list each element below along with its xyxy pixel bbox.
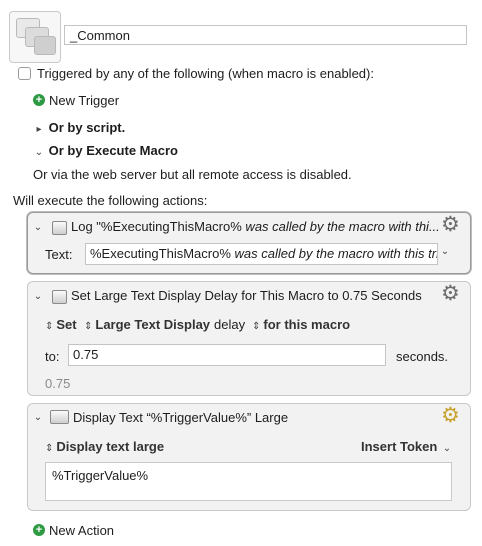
log-text-field[interactable]: %ExecutingThisMacro% was called by the m… [85, 243, 438, 265]
set-popup-label: Set [56, 317, 77, 332]
scope-popup[interactable]: ⇕ for this macro [252, 317, 350, 332]
action-display-text-panel[interactable]: ⌄ Display Text “%TriggerValue%” Large ⚙ … [27, 403, 471, 511]
to-value-field[interactable]: 0.75 [68, 344, 386, 366]
delay-label: delay [214, 317, 246, 332]
result-value: 0.75 [45, 376, 71, 391]
up-down-arrows-icon: ⇕ [45, 443, 54, 454]
new-trigger-link[interactable]: New Trigger [49, 93, 119, 108]
chevron-down-icon[interactable]: ⌄ [32, 222, 44, 233]
gear-icon[interactable]: ⚙ [441, 283, 460, 304]
display-text-popup[interactable]: ⇕ Display text large [45, 439, 164, 454]
actions-heading: Will execute the following actions: [13, 193, 208, 208]
insert-token-label: Insert Token [361, 439, 438, 454]
new-action-link[interactable]: New Action [49, 523, 114, 538]
action-window-icon [52, 221, 67, 235]
display-text-area[interactable]: %TriggerValue% [45, 462, 452, 501]
or-by-execute-macro-label: Or by Execute Macro [48, 143, 178, 158]
plus-icon[interactable]: + [33, 94, 45, 106]
action-set-delay-panel[interactable]: ⌄ Set Large Text Display Delay for This … [27, 281, 471, 396]
chevron-down-icon[interactable]: ⌄ [32, 291, 44, 302]
set-popup[interactable]: ⇕ Set [45, 317, 77, 332]
macro-icon[interactable] [9, 11, 61, 63]
chevron-down-icon[interactable]: ⌄ [439, 246, 451, 257]
to-label: to: [45, 349, 60, 364]
display-popup[interactable]: ⇕ Large Text Display [84, 317, 210, 332]
display-text-popup-label: Display text large [56, 439, 165, 454]
action-set-delay-title: Set Large Text Display Delay for This Ma… [71, 288, 422, 303]
plus-icon[interactable]: + [33, 524, 45, 536]
window-layer-icon [34, 36, 56, 55]
scope-popup-label: for this macro [263, 317, 351, 332]
action-log-panel[interactable]: ⌄ Log "%ExecutingThisMacro% was called b… [27, 212, 471, 274]
up-down-arrows-icon: ⇕ [84, 321, 93, 332]
or-by-script-label: Or by script. [48, 120, 126, 135]
gear-icon[interactable]: ⚙ [441, 214, 460, 235]
or-by-script-row[interactable]: ▸ Or by script. [33, 120, 125, 135]
web-server-text: Or via the web server but all remote acc… [33, 167, 352, 182]
action-window-icon [52, 290, 67, 304]
action-log-title-text: Log "%ExecutingThisMacro% [71, 219, 242, 234]
action-display-text-title: Display Text “%TriggerValue%” Large [73, 410, 289, 425]
action-log-title-italic: was called by the macro with thi... [241, 219, 439, 234]
triggered-label: Triggered by any of the following (when … [37, 66, 374, 81]
chevron-right-icon: ▸ [36, 124, 42, 135]
log-text-plain: %ExecutingThisMacro% [90, 246, 231, 261]
action-log-title: Log "%ExecutingThisMacro% was called by … [71, 219, 439, 234]
or-by-execute-macro-row[interactable]: ⌄ Or by Execute Macro [33, 143, 178, 158]
macro-name-field[interactable]: _Common [64, 25, 467, 45]
display-popup-label: Large Text Display [95, 317, 211, 332]
chevron-down-icon[interactable]: ⌄ [32, 412, 44, 423]
log-text-italic: was called by the macro with this trig [230, 246, 438, 261]
gear-icon[interactable]: ⚙ [441, 405, 460, 426]
up-down-arrows-icon: ⇕ [252, 321, 261, 332]
text-label: Text: [45, 247, 73, 262]
triggered-checkbox[interactable] [18, 67, 31, 80]
insert-token-button[interactable]: Insert Token ⌄ [361, 439, 453, 454]
action-window-icon [50, 410, 69, 424]
chevron-down-icon: ⌄ [442, 443, 452, 454]
seconds-label: seconds. [396, 349, 449, 364]
chevron-down-icon: ⌄ [34, 147, 44, 158]
up-down-arrows-icon: ⇕ [45, 321, 54, 332]
